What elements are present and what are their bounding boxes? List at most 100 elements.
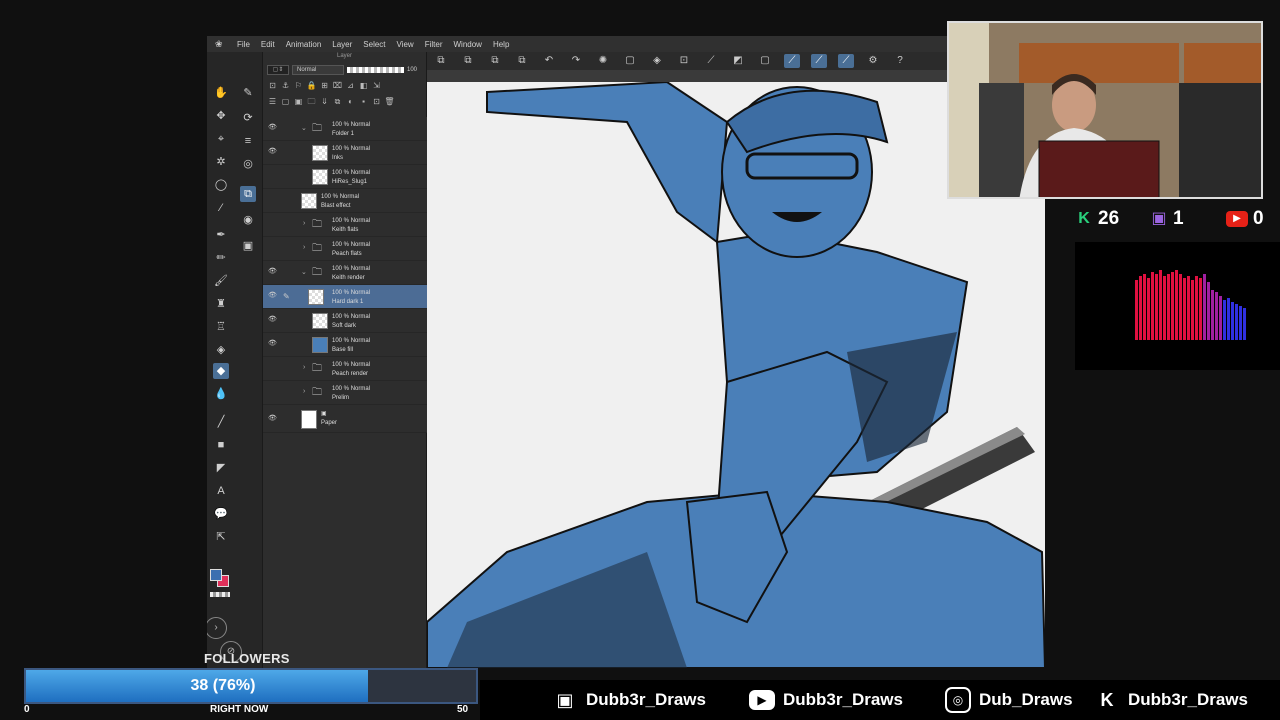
- snap-ruler-icon[interactable]: ⟋: [784, 54, 800, 68]
- chevron-right-icon[interactable]: ›: [303, 220, 305, 227]
- transform-icon[interactable]: ⊡: [676, 54, 692, 68]
- eye-icon[interactable]: 👁: [268, 340, 278, 348]
- opacity-slider[interactable]: [347, 66, 404, 73]
- invert-selection-icon[interactable]: ◩: [730, 54, 746, 68]
- blend-icon[interactable]: 💧: [213, 386, 229, 402]
- eye-icon[interactable]: 👁: [268, 268, 278, 276]
- eye-icon[interactable]: 👁: [268, 316, 278, 324]
- opacity-value[interactable]: 100: [407, 65, 423, 75]
- pen-icon[interactable]: ✒: [213, 227, 229, 243]
- layer-list-icon[interactable]: ☰: [267, 96, 278, 107]
- color-wheel-icon[interactable]: ◎: [240, 156, 256, 172]
- menu-select[interactable]: Select: [363, 40, 385, 49]
- transfer-icon[interactable]: ⇲: [371, 80, 382, 91]
- lasso-icon[interactable]: ◯: [213, 177, 229, 193]
- layer-lock-dropdown[interactable]: ▢⇕: [267, 64, 289, 75]
- menu-file[interactable]: File: [237, 40, 250, 49]
- layer-row[interactable]: › 🗀 100 % Normal Prelim: [263, 381, 427, 405]
- pencil-icon[interactable]: ✏: [213, 250, 229, 266]
- side-panel-toggle-icon[interactable]: ›: [207, 617, 227, 639]
- shape-icon[interactable]: ■: [213, 437, 229, 453]
- fill-bucket-icon[interactable]: ◈: [213, 342, 229, 358]
- new-raster-layer-icon[interactable]: ▢: [280, 96, 291, 107]
- eraser-icon[interactable]: ◆: [213, 363, 229, 379]
- layer-row[interactable]: › 🗀 100 % Normal Keith flats: [263, 213, 427, 237]
- chevron-right-icon[interactable]: ›: [303, 244, 305, 251]
- chevron-right-icon[interactable]: ›: [303, 388, 305, 395]
- layer-row[interactable]: 👁 100 % Normal Base fill: [263, 333, 427, 357]
- draft-icon[interactable]: ⚐: [293, 80, 304, 91]
- menu-view[interactable]: View: [397, 40, 414, 49]
- auto-select-icon[interactable]: ✲: [213, 154, 229, 170]
- menu-edit[interactable]: Edit: [261, 40, 275, 49]
- clear-icon[interactable]: ▢: [622, 54, 638, 68]
- copy-icon[interactable]: ⧉: [514, 54, 530, 68]
- menu-layer[interactable]: Layer: [332, 40, 352, 49]
- fill-icon[interactable]: ◈: [649, 54, 665, 68]
- transfer-down-icon[interactable]: ⇓: [319, 96, 330, 107]
- convert-icon[interactable]: ⊡: [371, 96, 382, 107]
- layer-color-icon[interactable]: ◧: [358, 80, 369, 91]
- brush-size-icon[interactable]: ≡: [240, 133, 256, 149]
- menu-animation[interactable]: Animation: [286, 40, 322, 49]
- hand-icon[interactable]: ✋: [213, 85, 229, 101]
- layer-row[interactable]: 👁 ▣ Paper: [263, 405, 427, 433]
- balloon-icon[interactable]: 💬: [213, 506, 229, 522]
- brush-icon[interactable]: 🖌: [213, 273, 229, 289]
- new-icon[interactable]: ⧉: [460, 54, 476, 68]
- airbrush-icon[interactable]: ♜: [213, 296, 229, 312]
- operation-icon[interactable]: ⇱: [213, 529, 229, 545]
- eye-icon[interactable]: 👁: [268, 415, 278, 423]
- combine-icon[interactable]: ⧉: [332, 96, 343, 107]
- loading-icon[interactable]: ✺: [595, 54, 611, 68]
- open-icon[interactable]: ⧉: [487, 54, 503, 68]
- main-color-swatch[interactable]: [210, 569, 222, 581]
- layer-row[interactable]: 👁 100 % Normal Inks: [263, 141, 427, 165]
- eye-icon[interactable]: 👁: [268, 124, 278, 132]
- eyedropper-icon[interactable]: ⁄: [213, 200, 229, 216]
- gradient-icon[interactable]: ◤: [213, 460, 229, 476]
- layer-row[interactable]: › 🗀 100 % Normal Peach flats: [263, 237, 427, 261]
- apply-mask-icon[interactable]: ▪: [358, 96, 369, 107]
- menu-filter[interactable]: Filter: [425, 40, 443, 49]
- reference-icon[interactable]: ⚓: [280, 80, 291, 91]
- layer-row[interactable]: 100 % Normal Blast effect: [263, 189, 427, 213]
- redo-icon[interactable]: ↷: [568, 54, 584, 68]
- clip-icon[interactable]: ⊡: [267, 80, 278, 91]
- show-selection-icon[interactable]: ▢: [757, 54, 773, 68]
- settings-icon[interactable]: ⚙: [865, 54, 881, 68]
- lock-transparent-icon[interactable]: ⊞: [319, 80, 330, 91]
- ruler-icon[interactable]: ⊿: [345, 80, 356, 91]
- help-icon[interactable]: ?: [892, 54, 908, 68]
- lock-icon[interactable]: 🔒: [306, 80, 317, 91]
- navigator-icon[interactable]: ◉: [240, 212, 256, 228]
- mask-icon[interactable]: ⌧: [332, 80, 343, 91]
- decoration-icon[interactable]: ♖: [213, 319, 229, 335]
- layer-mask-icon[interactable]: ◐: [345, 96, 356, 107]
- snap-grid-icon[interactable]: ⟋: [838, 54, 854, 68]
- menu-window[interactable]: Window: [454, 40, 482, 49]
- layer-row[interactable]: › 🗀 100 % Normal Peach render: [263, 357, 427, 381]
- layer-row[interactable]: 👁 100 % Normal Soft dark: [263, 309, 427, 333]
- blend-mode-dropdown[interactable]: Normal: [292, 64, 344, 75]
- layer-panel-icon[interactable]: ⧉: [240, 186, 256, 202]
- layer-row[interactable]: 👁 ⌄ 🗀 100 % Normal Folder 1: [263, 117, 427, 141]
- snap-special-ruler-icon[interactable]: ⟋: [811, 54, 827, 68]
- chevron-down-icon[interactable]: ⌄: [301, 124, 307, 132]
- app-logo-icon[interactable]: ❀: [215, 39, 225, 49]
- object-select-icon[interactable]: ⌖: [213, 131, 229, 147]
- chevron-right-icon[interactable]: ›: [303, 364, 305, 371]
- sub-tool-icon[interactable]: ✎: [240, 85, 256, 101]
- line-icon[interactable]: ╱: [213, 414, 229, 430]
- new-vector-layer-icon[interactable]: ▣: [293, 96, 304, 107]
- material-icon[interactable]: ▣: [240, 238, 256, 254]
- new-folder-icon[interactable]: 🗀: [306, 96, 317, 107]
- deselect-icon[interactable]: ⟋: [703, 54, 719, 68]
- save-icon[interactable]: ⧉: [433, 54, 449, 68]
- transparent-color-swatch[interactable]: [210, 592, 230, 597]
- text-icon[interactable]: A: [213, 483, 229, 499]
- chevron-down-icon[interactable]: ⌄: [301, 268, 307, 276]
- menu-help[interactable]: Help: [493, 40, 509, 49]
- eye-icon[interactable]: 👁: [268, 148, 278, 156]
- eye-icon[interactable]: 👁: [268, 292, 278, 300]
